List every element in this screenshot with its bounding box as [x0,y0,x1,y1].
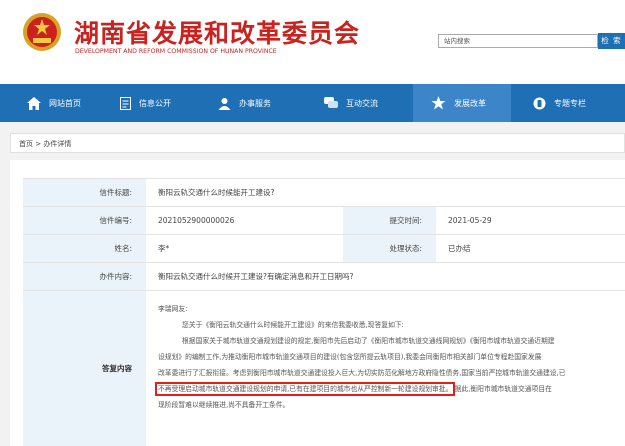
nav-label-topics: 专题专栏 [554,98,586,108]
national-emblem-icon [23,13,61,51]
reply-line-5: 现阶段暂难以继续推进,尚不具备开工条件。 [158,401,290,409]
chat-icon [324,97,338,108]
number-label: 信件编号: [23,207,146,234]
reply-line-4: 不再受理启动城市轨道交通建设规划的申请,已有在建项目的城市也从严控制新一轮建设规… [154,381,625,397]
nav-item-home[interactable]: 网站首页 [0,84,104,122]
nav-item-reform[interactable]: 发展改革 [413,84,511,122]
nav-label-info: 信息公开 [139,98,171,108]
reply-section: 答复内容 李瑞网友: 您关于《衡阳云轨交通什么时候能开工建设》的来信我委收悉,现… [23,290,625,446]
star-icon [431,96,446,110]
submit-value: 2021-05-29 [448,216,492,225]
nav-item-info[interactable]: 信息公开 [104,84,204,122]
detail-panel: 信件标题: 衡阳云轨交通什么时候能开工建设? 信件编号: 20210529000… [10,160,625,446]
reply-line-3: 改革委进行了汇报衔接。考虑到衡阳市城市轨道交通建设投入巨大,为切实防范化解地方政… [158,369,566,377]
name-label: 姓名: [23,235,146,262]
site-header: 湖南省发展和改革委员会 DEVELOPMENT AND REFORM COMMI… [0,0,625,84]
reply-label: 答复内容 [23,291,146,446]
status-label: 处理状态: [343,235,436,262]
nav-item-topics[interactable]: 专题专栏 [511,84,625,122]
phone-icon [533,97,546,109]
content-value: 衡阳云轨交通什么时候开工建设?有确定消息和开工日期吗? [158,272,354,281]
title-label: 信件标题: [23,179,146,206]
content-label: 办件内容: [23,263,146,290]
row-title: 信件标题: 衡阳云轨交通什么时候能开工建设? [23,178,625,206]
search-input[interactable]: 站内搜索 [438,34,598,48]
main-nav: 网站首页 信息公开 办事服务 互动交流 发展改革 专题专栏 [0,84,625,122]
submit-label: 提交时间: [343,207,436,234]
document-icon [120,96,131,110]
status-value: 已办结 [448,244,471,253]
breadcrumb-current: 办件详情 [43,140,72,148]
row-number: 信件编号: 2021052900000026 提交时间: 2021-05-29 [23,206,625,234]
nav-item-interact[interactable]: 互动交流 [304,84,413,122]
nav-label-interact: 互动交流 [346,98,378,108]
reply-greeting: 李瑞网友: [158,305,188,313]
search-button[interactable]: 检 索 [598,33,625,49]
site-title: 湖南省发展和改革委员会 [74,19,361,48]
row-name: 姓名: 李* 处理状态: 已办结 [23,234,625,262]
nav-label-reform: 发展改革 [454,98,486,108]
breadcrumb-home[interactable]: 首页 [19,140,33,148]
reply-line-2: 设规划》的编制工作,为推动衡阳市城市轨道交通项目的建设(包含您所提云轨项目),我… [158,353,542,361]
nav-item-service[interactable]: 办事服务 [204,84,304,122]
person-icon [218,97,231,110]
number-value: 2021052900000026 [158,216,235,225]
breadcrumb: 首页 > 办件详情 [10,133,625,153]
reply-line-4-rest: 据此,衡阳市城市轨道交通项目在 [454,385,552,393]
reply-highlight: 不再受理启动城市轨道交通建设规划的申请,已有在建项目的城市也从严控制新一轮建设规… [154,382,456,396]
home-icon [27,96,41,110]
row-content: 办件内容: 衡阳云轨交通什么时候开工建设?有确定消息和开工日期吗? [23,262,625,290]
reply-intro: 您关于《衡阳云轨交通什么时候能开工建设》的来信我委收悉,现答复如下: [182,321,404,329]
title-value: 衡阳云轨交通什么时候能开工建设? [158,188,275,197]
reply-text: 李瑞网友: 您关于《衡阳云轨交通什么时候能开工建设》的来信我委收悉,现答复如下:… [146,291,625,446]
nav-label-home: 网站首页 [49,98,81,108]
reply-line-1: 根据国家关于城市轨道交通规划建设的规定,衡阳市先后启动了《衡阳市城市轨道交通线网… [182,337,555,345]
nav-label-service: 办事服务 [239,98,271,108]
site-subtitle: DEVELOPMENT AND REFORM COMMISSION OF HUN… [75,48,277,55]
name-value: 李* [158,244,170,253]
